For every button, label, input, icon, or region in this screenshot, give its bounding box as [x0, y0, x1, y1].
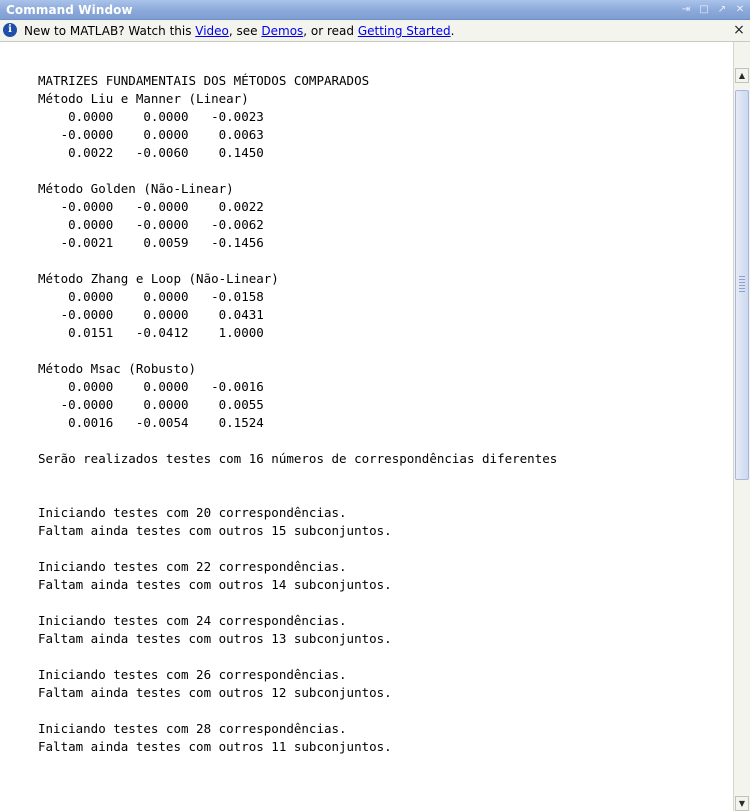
- info-message: New to MATLAB? Watch this Video, see Dem…: [24, 23, 454, 39]
- scroll-down-button[interactable]: ▼: [735, 796, 749, 811]
- scrollbar-thumb[interactable]: [735, 90, 749, 480]
- vertical-scrollbar[interactable]: ▲ ▼: [733, 42, 750, 811]
- info-bar: i New to MATLAB? Watch this Video, see D…: [0, 20, 750, 42]
- help-icon[interactable]: ↗: [716, 4, 728, 16]
- title-bar[interactable]: Command Window ⇥ □ ↗ ✕: [0, 0, 750, 20]
- command-output-area[interactable]: MATRIZES FUNDAMENTAIS DOS MÉTODOS COMPAR…: [0, 42, 733, 811]
- info-mid-1: , see: [228, 24, 262, 38]
- window-title: Command Window: [6, 3, 133, 17]
- info-mid-2: , or read: [303, 24, 358, 38]
- demos-link[interactable]: Demos: [261, 24, 303, 38]
- command-output-text: MATRIZES FUNDAMENTAIS DOS MÉTODOS COMPAR…: [38, 73, 558, 754]
- close-icon[interactable]: ✕: [734, 4, 746, 16]
- getting-started-link[interactable]: Getting Started: [358, 24, 451, 38]
- scrollbar-grip-icon: [739, 276, 745, 292]
- video-link[interactable]: Video: [195, 24, 229, 38]
- info-suffix: .: [450, 24, 455, 38]
- window-controls: ⇥ □ ↗ ✕: [680, 2, 746, 18]
- command-window: Command Window ⇥ □ ↗ ✕ i New to MATLAB? …: [0, 0, 750, 811]
- info-bar-close-button[interactable]: ×: [732, 22, 746, 38]
- info-icon: i: [3, 23, 17, 37]
- maximize-icon[interactable]: □: [698, 4, 710, 16]
- info-prefix: New to MATLAB? Watch this: [24, 24, 196, 38]
- undock-icon[interactable]: ⇥: [680, 4, 692, 16]
- scroll-up-button[interactable]: ▲: [735, 68, 749, 83]
